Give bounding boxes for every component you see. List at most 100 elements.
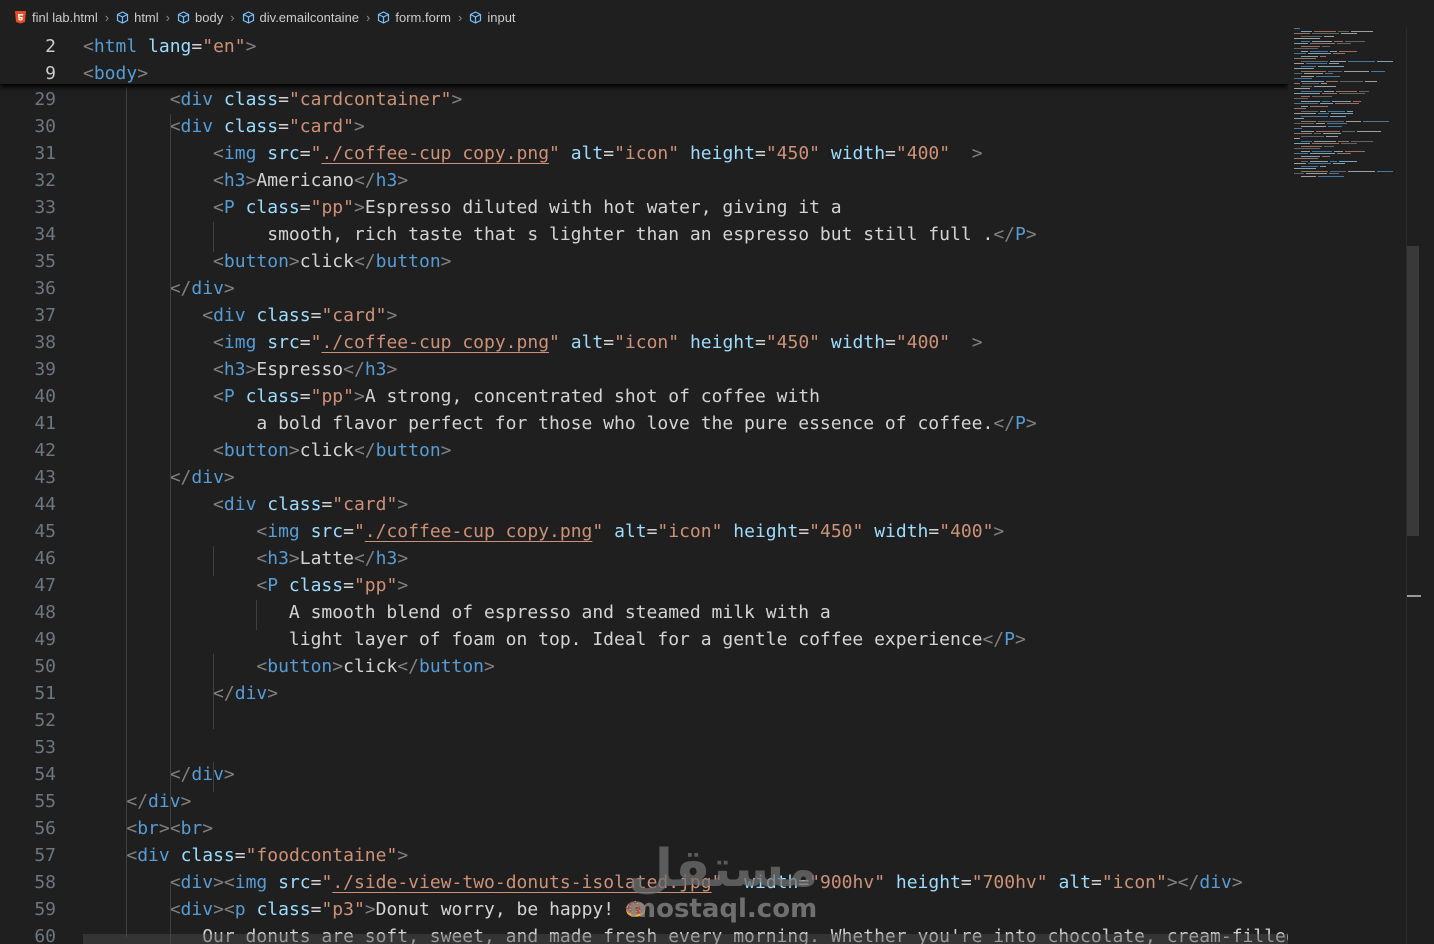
minimap-line [1330,160,1337,162]
code-line[interactable]: 38 <img src="./coffee-cup copy.png" alt=… [0,329,1288,356]
code-token: = [885,332,896,353]
code-token: "450" [765,143,821,164]
html5-icon [15,11,26,24]
line-number: 34 [34,224,56,245]
code-token: alt [614,521,647,542]
sticky-line[interactable]: 9 <body> [0,60,1288,87]
horizontal-scrollbar[interactable] [83,934,1288,944]
code-line[interactable]: 57 <div class="foodcontaine"> [0,842,1288,869]
breadcrumb-label: form.form [395,9,451,25]
code-token: < [83,63,94,84]
code-line[interactable]: 44 <div class="card"> [0,491,1288,518]
code-token: > [353,116,365,137]
line-number: 54 [34,764,56,785]
breadcrumb-item[interactable]: body [177,10,223,25]
code-token: div [213,305,246,326]
code-line[interactable]: 34 smooth, rich taste that s lighter tha… [0,221,1288,248]
code-text: <div class="card"> [83,113,365,140]
indent-guide [126,87,128,937]
code-line[interactable]: 29 <div class="cardcontainer"> [0,86,1288,113]
code-line[interactable]: 35 <button>click</button> [0,248,1288,275]
sticky-scroll-header[interactable]: 2 <html lang="en"> 9 <body> [0,34,1288,84]
minimap-line [1306,63,1327,64]
code-line[interactable]: 50 <button>click</button> [0,653,1288,680]
chevron-right-icon: › [458,9,463,25]
breadcrumb-item[interactable]: input [469,10,516,25]
code-token: = [310,899,322,920]
code-token: h3 [375,548,398,569]
minimap-line [1312,143,1339,144]
code-line[interactable]: 54 </div> [0,761,1288,788]
code-token: > [386,359,398,380]
code-text: A smooth blend of espresso and steamed m… [83,599,831,626]
line-number: 43 [34,467,56,488]
breadcrumb-item[interactable]: div.emailcontaine [242,10,359,25]
code-line[interactable]: 55 </div> [0,788,1288,815]
code-line[interactable]: 32 <h3>Americano</h3> [0,167,1288,194]
code-line[interactable]: 43 </div> [0,464,1288,491]
code-token: "pp" [310,386,354,407]
minimap-line [1294,73,1302,74]
scrollbar-thumb[interactable] [1407,246,1419,536]
code-token: = [234,845,246,866]
code-token: "p3" [321,899,365,920]
code-token: < [213,197,224,218]
code-line[interactable]: 33 <P class="pp">Espresso diluted with h… [0,194,1288,221]
code-token: </ [993,224,1015,245]
vertical-scrollbar[interactable] [1406,28,1421,944]
minimap[interactable] [1290,28,1406,188]
code-line[interactable]: 52 [0,707,1288,734]
sticky-line[interactable]: 2 <html lang="en"> [0,34,1288,60]
code-line[interactable]: 58 <div><img src="./side-view-two-donuts… [0,869,1288,896]
breadcrumb-item[interactable]: finl lab.html [14,10,98,25]
code-line[interactable]: 45 <img src="./coffee-cup copy.png" alt=… [0,518,1288,545]
minimap-line [1377,170,1393,172]
breadcrumb-item[interactable]: html [116,10,159,25]
code-line[interactable]: 53 [0,734,1288,761]
code-line[interactable]: 48 A smooth blend of espresso and steame… [0,599,1288,626]
code-editor[interactable]: 2 <html lang="en"> 9 <body> 29 <div class="… [0,34,1288,944]
code-line[interactable]: 37 <div class="card"> [0,302,1288,329]
breadcrumb: finl lab.html › html › body › div.emailcontain… [0,0,1434,34]
line-number: 40 [34,386,56,407]
code-text: <div class="card"> [83,302,397,329]
code-token: = [343,575,354,596]
minimap-line [1294,173,1304,174]
line-number: 59 [34,899,56,920]
code-line[interactable]: 51 </div> [0,680,1288,707]
code-line[interactable]: 30 <div class="card"> [0,113,1288,140]
code-token: ./side-view-two-donuts-isolated.jpg [332,872,712,893]
code-token: < [213,440,224,461]
code-token: = [960,872,972,893]
breadcrumb-item[interactable]: form.form [377,10,451,25]
code-line[interactable]: 36 </div> [0,275,1288,302]
code-line[interactable]: 49 light layer of foam on top. Ideal for… [0,626,1288,653]
code-token: "en" [202,36,246,57]
code-line[interactable]: 42 <button>click</button> [0,437,1288,464]
code-line[interactable]: 40 <P class="pp">A strong, concentrated … [0,383,1288,410]
minimap-line [1294,168,1316,169]
code-token: width [874,521,929,542]
indent-guide [212,654,214,729]
minimap-line [1334,150,1343,152]
code-line[interactable]: 46 <h3>Latte</h3> [0,545,1288,572]
code-line[interactable]: 41 a bold flavor perfect for those who l… [0,410,1288,437]
code-line[interactable]: 47 <P class="pp"> [0,572,1288,599]
code-line[interactable]: 59 <div><p class="p3">Donut worry, be ha… [0,896,1288,923]
minimap-line [1294,58,1316,59]
code-token: height [689,143,755,164]
code-line[interactable]: 56 <br><br> [0,815,1288,842]
code-token: = [646,521,658,542]
minimap-line [1322,45,1330,47]
minimap-line [1314,140,1336,142]
code-token: width [744,872,799,893]
minimap-line [1301,45,1320,47]
code-line[interactable]: 39 <h3>Espresso</h3> [0,356,1288,383]
code-token: = [299,386,311,407]
code-line[interactable]: 31 <img src="./coffee-cup copy.png" alt=… [0,140,1288,167]
